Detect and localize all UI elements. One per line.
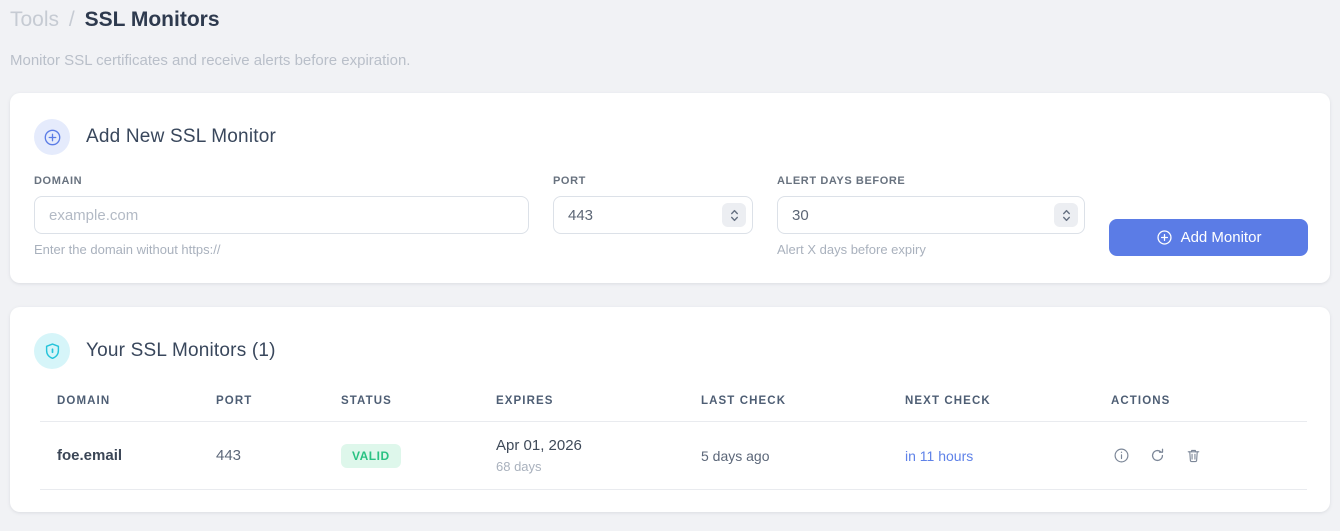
- shield-icon: [34, 333, 70, 369]
- col-header-next-check: NEXT CHECK: [905, 395, 991, 407]
- refresh-icon: [1151, 448, 1164, 462]
- table-header-row: DOMAIN PORT STATUS EXPIRES LAST CHECK NE…: [40, 391, 1307, 422]
- cell-domain: foe.email: [57, 447, 123, 464]
- plus-circle-icon: [34, 119, 70, 155]
- breadcrumb-tools-link[interactable]: Tools: [10, 8, 59, 31]
- domain-label: DOMAIN: [34, 175, 83, 187]
- alert-days-stepper[interactable]: [1054, 203, 1078, 227]
- col-header-expires: EXPIRES: [496, 395, 554, 407]
- port-stepper[interactable]: [722, 203, 746, 227]
- breadcrumb: Tools / SSL Monitors: [10, 6, 1330, 34]
- trash-icon: [1187, 449, 1200, 463]
- monitors-card-header: Your SSL Monitors (1): [10, 307, 1330, 389]
- domain-input[interactable]: [34, 196, 529, 234]
- alert-days-help-text: Alert X days before expiry: [777, 242, 926, 257]
- domain-help-text: Enter the domain without https://: [34, 242, 221, 257]
- plus-circle-icon: [1156, 230, 1172, 245]
- page-title: SSL Monitors: [84, 8, 220, 31]
- add-monitor-button[interactable]: Add Monitor: [1109, 219, 1308, 256]
- monitors-table: DOMAIN PORT STATUS EXPIRES LAST CHECK NE…: [40, 391, 1307, 512]
- info-icon: [1114, 448, 1129, 463]
- alert-days-input[interactable]: [777, 196, 1085, 234]
- submit-column: Add Monitor: [1109, 219, 1308, 256]
- col-header-actions: ACTIONS: [1111, 395, 1171, 407]
- add-monitor-button-label: Add Monitor: [1180, 229, 1262, 246]
- add-monitor-form: DOMAIN Enter the domain without https://…: [10, 175, 1330, 283]
- cell-next-check: in 11 hours: [905, 447, 974, 464]
- expires-date: Apr 01, 2026: [496, 437, 582, 454]
- domain-field-group: DOMAIN Enter the domain without https://: [34, 175, 529, 257]
- status-badge: VALID: [341, 443, 401, 468]
- col-header-domain: DOMAIN: [57, 395, 111, 407]
- details-button[interactable]: [1111, 445, 1132, 466]
- alert-days-label: ALERT DAYS BEFORE: [777, 175, 906, 187]
- page-subtitle: Monitor SSL certificates and receive ale…: [10, 52, 411, 69]
- expires-days-remaining: 68 days: [496, 459, 542, 474]
- cell-status: VALID: [341, 429, 496, 483]
- delete-button[interactable]: [1183, 445, 1204, 466]
- cell-actions: [1111, 430, 1307, 481]
- add-monitor-card-header: Add New SSL Monitor: [10, 93, 1330, 175]
- table-row: foe.email 443 VALID Apr 01, 2026 68 days…: [40, 422, 1307, 490]
- col-header-port: PORT: [216, 395, 253, 407]
- add-monitor-card: Add New SSL Monitor DOMAIN Enter the dom…: [10, 93, 1330, 283]
- cell-expires: Apr 01, 2026 68 days: [496, 422, 701, 489]
- col-header-last-check: LAST CHECK: [701, 395, 787, 407]
- cell-port: 443: [216, 447, 242, 464]
- recheck-button[interactable]: [1147, 445, 1168, 466]
- port-label: PORT: [553, 175, 586, 187]
- breadcrumb-separator: /: [68, 8, 75, 31]
- port-field-group: PORT: [553, 175, 753, 234]
- cell-last-check: 5 days ago: [701, 447, 770, 464]
- monitors-list-card: Your SSL Monitors (1) DOMAIN PORT STATUS…: [10, 307, 1330, 512]
- col-header-status: STATUS: [341, 395, 392, 407]
- add-monitor-title: Add New SSL Monitor: [86, 126, 277, 147]
- monitors-title: Your SSL Monitors (1): [86, 340, 276, 361]
- alert-days-field-group: ALERT DAYS BEFORE Alert X days before ex…: [777, 175, 1085, 257]
- ssl-monitors-page: Tools / SSL Monitors Monitor SSL certifi…: [0, 0, 1340, 512]
